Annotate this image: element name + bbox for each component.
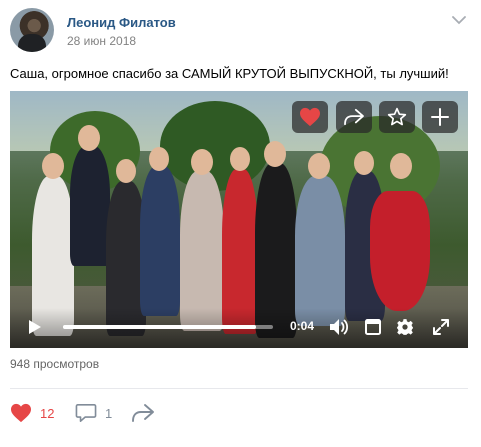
like-count: 12 [40,405,55,421]
video-person [295,176,345,326]
author-name[interactable]: Леонид Филатов [67,15,176,30]
heart-icon [300,107,320,127]
plus-icon [431,108,449,126]
star-icon [387,107,407,126]
video-tree [160,101,270,191]
video-person-head [308,153,330,179]
share-action[interactable] [131,401,155,425]
divider [10,388,468,389]
heart-icon [11,403,31,423]
chevron-down-icon[interactable] [452,15,466,25]
gear-icon[interactable] [396,318,414,336]
miniplayer-icon[interactable] [365,319,381,335]
video-bookmark-button[interactable] [379,101,415,133]
video-person [140,166,180,316]
video-time: 0:04 [290,319,315,333]
video-person-head [191,149,213,175]
comment-action[interactable]: 1 [75,401,112,425]
video-person [70,146,110,266]
post-text: Саша, огромное спасибо за САМЫЙ КРУТОЙ В… [10,66,449,81]
comment-icon [75,404,97,422]
author-avatar[interactable] [10,8,54,52]
post-date[interactable]: 28 июн 2018 [67,34,136,48]
fullscreen-icon[interactable] [433,319,449,335]
video-person-head [42,153,64,179]
video-person-head [78,125,100,151]
like-action[interactable]: 12 [10,401,54,425]
video-person-head [149,147,169,171]
post: Леонид Филатов 28 июн 2018 Саша, огромно… [0,0,481,447]
video-person-head [390,153,412,179]
video-like-button[interactable] [292,101,328,133]
video-progress-fill [63,325,257,329]
video-player[interactable]: 0:04 [10,91,468,348]
video-person-head [264,141,286,167]
video-person-head [354,151,374,175]
video-person-head [230,147,250,171]
video-share-button[interactable] [336,101,372,133]
video-person-head [116,159,136,183]
comment-count: 1 [105,405,113,421]
video-add-button[interactable] [422,101,458,133]
video-progress-track[interactable] [63,325,273,329]
view-count: 948 просмотров [10,357,100,371]
play-icon[interactable] [28,319,42,335]
share-arrow-icon [132,404,154,422]
volume-icon[interactable] [329,318,349,336]
video-person [180,171,224,331]
share-arrow-icon [344,108,364,126]
video-person [370,191,430,311]
avatar-figure [18,34,46,52]
